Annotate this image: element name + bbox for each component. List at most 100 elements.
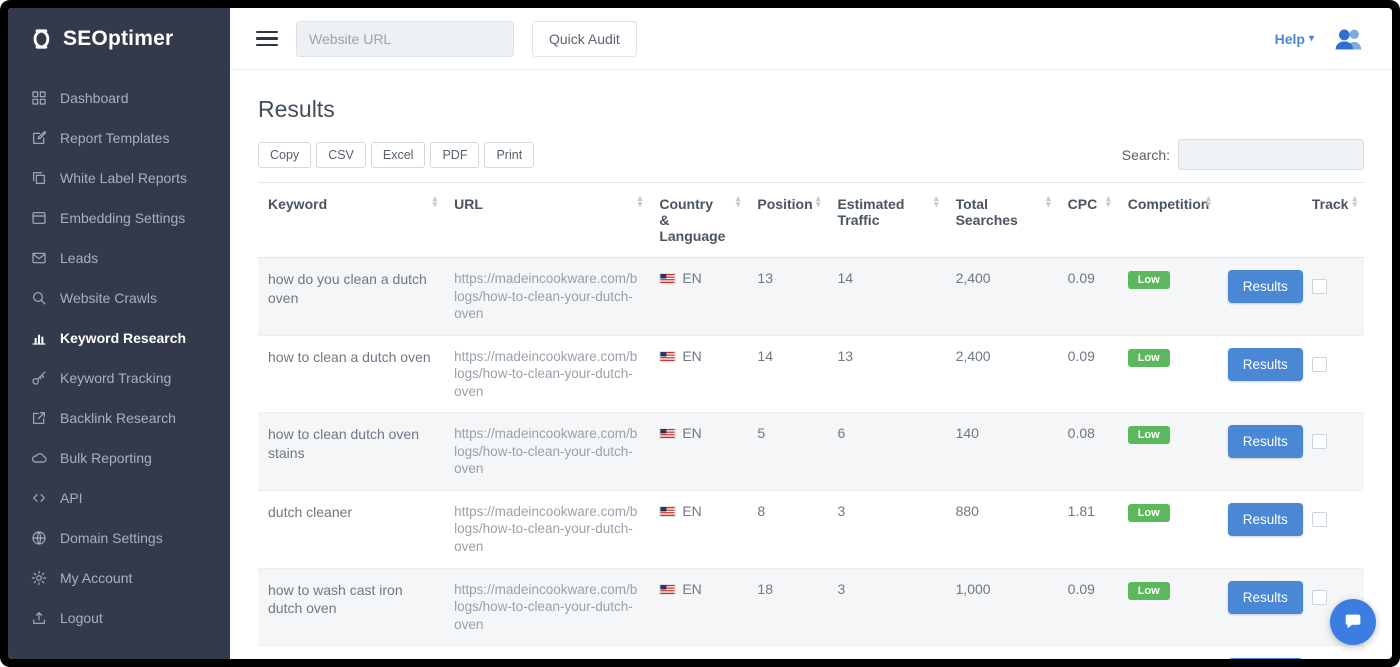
sidebar-item-report-templates[interactable]: Report Templates: [8, 118, 230, 158]
sidebar-item-label: Embedding Settings: [60, 210, 185, 226]
help-label: Help: [1275, 31, 1305, 47]
sidebar-item-label: Dashboard: [60, 90, 129, 106]
country-cell: EN: [649, 568, 747, 646]
track-checkbox[interactable]: [1312, 279, 1327, 294]
print-button[interactable]: Print: [484, 142, 534, 168]
sidebar-item-keyword-tracking[interactable]: Keyword Tracking: [8, 358, 230, 398]
column-header-country-language[interactable]: Country & Language▴▾: [649, 183, 747, 258]
column-header-cpc[interactable]: CPC▴▾: [1058, 183, 1118, 258]
chat-launcher[interactable]: [1330, 599, 1376, 645]
results-button[interactable]: Results: [1228, 270, 1303, 303]
track-checkbox[interactable]: [1312, 512, 1327, 527]
results-button[interactable]: Results: [1228, 425, 1303, 458]
sort-icon: ▴▾: [1046, 196, 1051, 207]
sidebar-item-api[interactable]: API: [8, 478, 230, 518]
csv-button[interactable]: CSV: [316, 142, 366, 168]
column-header-keyword[interactable]: Keyword▴▾: [258, 183, 444, 258]
track-cell: [1302, 335, 1364, 413]
competition-badge: Low: [1128, 349, 1170, 367]
sidebar-item-white-label-reports[interactable]: White Label Reports: [8, 158, 230, 198]
searches-cell: 880: [946, 490, 1058, 568]
cpc-cell: 0.09: [1058, 258, 1118, 336]
track-cell: [1302, 646, 1364, 659]
sidebar-item-label: API: [60, 490, 83, 506]
sort-icon: ▴▾: [736, 196, 741, 207]
column-header-position[interactable]: Position▴▾: [747, 183, 827, 258]
results-button[interactable]: Results: [1228, 503, 1303, 536]
pdf-button[interactable]: PDF: [430, 142, 479, 168]
cpc-cell: 0.09: [1058, 335, 1118, 413]
sidebar-item-keyword-research[interactable]: Keyword Research: [8, 318, 230, 358]
sidebar-item-my-account[interactable]: My Account: [8, 558, 230, 598]
track-checkbox[interactable]: [1312, 434, 1327, 449]
user-avatar-icon[interactable]: [1332, 25, 1366, 53]
table-header-row: Keyword▴▾ URL▴▾ Country & Language▴▾ Pos…: [258, 183, 1364, 258]
sort-icon: ▴▾: [638, 196, 643, 207]
column-header-track[interactable]: Track▴▾: [1302, 183, 1364, 258]
track-checkbox[interactable]: [1312, 590, 1327, 605]
searches-cell: 2,400: [946, 335, 1058, 413]
country-cell: EN: [649, 490, 747, 568]
table-toolbar: Copy CSV Excel PDF Print Search:: [258, 139, 1364, 170]
sidebar-item-label: Domain Settings: [60, 530, 163, 546]
results-button[interactable]: Results: [1228, 658, 1303, 659]
screenshot-frame: SEOptimer Dashboard Report Templates Whi…: [0, 0, 1400, 667]
track-checkbox[interactable]: [1312, 357, 1327, 372]
edit-icon: [30, 130, 47, 147]
chevron-down-icon: ▾: [1309, 33, 1314, 44]
sidebar-item-backlink-research[interactable]: Backlink Research: [8, 398, 230, 438]
column-header-competition[interactable]: Competition▴▾: [1118, 183, 1218, 258]
sidebar-item-website-crawls[interactable]: Website Crawls: [8, 278, 230, 318]
table-row: dutch cleaner https://madeincookware.com…: [258, 490, 1364, 568]
keyword-cell: how to clean dutch oven stains: [258, 413, 444, 491]
searches-cell: 880: [946, 646, 1058, 659]
searches-cell: 2,400: [946, 258, 1058, 336]
code-icon: [30, 490, 47, 507]
traffic-cell: 2: [827, 646, 945, 659]
sidebar-item-dashboard[interactable]: Dashboard: [8, 78, 230, 118]
cpc-cell: 1.81: [1058, 490, 1118, 568]
traffic-cell: 13: [827, 335, 945, 413]
language-label: EN: [682, 425, 701, 441]
hamburger-menu-icon[interactable]: [256, 31, 278, 47]
actions-cell: Results: [1218, 568, 1302, 646]
envelope-icon: [30, 250, 47, 267]
sidebar-item-leads[interactable]: Leads: [8, 238, 230, 278]
dashboard-icon: [30, 90, 47, 107]
url-cell: https://madeincookware.com/blogs/how-to-…: [444, 335, 649, 413]
gear-icon: [30, 570, 47, 587]
sidebar-item-bulk-reporting[interactable]: Bulk Reporting: [8, 438, 230, 478]
position-cell: 8: [747, 490, 827, 568]
app-logo[interactable]: SEOptimer: [8, 8, 230, 70]
column-header-estimated-traffic[interactable]: Estimated Traffic▴▾: [827, 183, 945, 258]
help-dropdown[interactable]: Help ▾: [1275, 31, 1314, 47]
competition-badge: Low: [1128, 426, 1170, 444]
magnifier-icon: [30, 290, 47, 307]
results-button[interactable]: Results: [1228, 348, 1303, 381]
competition-cell: Low: [1118, 413, 1218, 491]
traffic-cell: 6: [827, 413, 945, 491]
sidebar-item-embedding-settings[interactable]: Embedding Settings: [8, 198, 230, 238]
quick-audit-button[interactable]: Quick Audit: [532, 21, 637, 57]
search-input[interactable]: [1178, 139, 1364, 170]
search-label: Search:: [1122, 147, 1170, 163]
results-button[interactable]: Results: [1228, 581, 1303, 614]
table-row: how to wash cast iron dutch oven https:/…: [258, 568, 1364, 646]
language-label: EN: [682, 581, 701, 597]
column-header-total-searches[interactable]: Total Searches▴▾: [946, 183, 1058, 258]
url-cell: https://madeincookware.com/blogs/how-to-…: [444, 568, 649, 646]
sidebar-item-logout[interactable]: Logout: [8, 598, 230, 638]
cpc-cell: 0.08: [1058, 413, 1118, 491]
sidebar-item-label: Backlink Research: [60, 410, 176, 426]
excel-button[interactable]: Excel: [371, 142, 426, 168]
copy-button[interactable]: Copy: [258, 142, 311, 168]
us-flag-icon: [659, 351, 676, 362]
page-title: Results: [258, 96, 1364, 123]
sort-icon: ▴▾: [934, 196, 939, 207]
column-header-url[interactable]: URL▴▾: [444, 183, 649, 258]
url-cell: https://madeincookware.com/blogs/how-to-…: [444, 258, 649, 336]
sort-icon: ▴▾: [1106, 196, 1111, 207]
sidebar-item-domain-settings[interactable]: Domain Settings: [8, 518, 230, 558]
website-url-input[interactable]: [296, 21, 514, 57]
country-cell: EN: [649, 413, 747, 491]
